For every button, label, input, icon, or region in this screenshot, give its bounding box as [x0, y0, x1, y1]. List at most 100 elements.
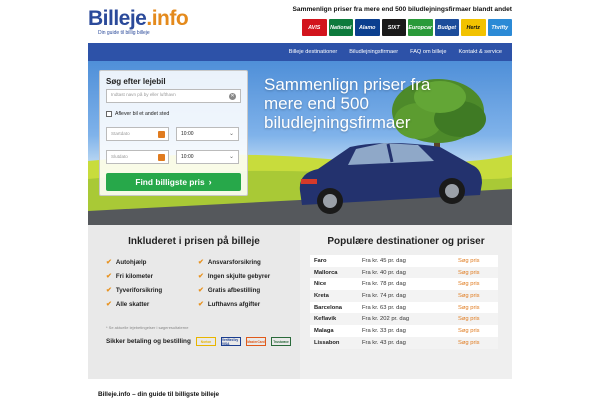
main-nav: Billeje destinationer Biludlejningsfirma… [88, 43, 512, 61]
end-date-placeholder: Slutdato [111, 154, 128, 159]
clear-icon[interactable]: ✕ [229, 93, 236, 100]
calendar-icon[interactable] [158, 154, 165, 161]
logo-tagline: Din guide til billig billeje [98, 30, 150, 36]
logo-suffix: .info [146, 7, 189, 30]
included-item-label: Autohjælp [115, 259, 147, 266]
end-time-value: 10:00 [181, 154, 194, 160]
calendar-icon[interactable] [158, 131, 165, 138]
location-placeholder: Indtast navn på by eller lufthavn [111, 92, 176, 97]
payment-logo: MasterCard [246, 337, 266, 346]
start-date-field[interactable]: Startdato [106, 127, 169, 141]
included-item-label: Fri kilometer [115, 273, 154, 280]
table-row: Kreta Fra kr. 74 pr. dag Søg pris [310, 290, 498, 302]
hero-headline: Sammenlign priser fra mere end 500 bilud… [264, 75, 431, 132]
nav-item-companies[interactable]: Biludlejningsfirmaer [343, 49, 404, 55]
return-elsewhere-checkbox[interactable] [106, 111, 112, 117]
check-icon: ✔ [106, 301, 112, 308]
search-price-link[interactable]: Søg pris [458, 340, 480, 346]
search-price-link[interactable]: Søg pris [458, 281, 480, 287]
destinations-title: Populære destinationer og priser [327, 236, 485, 247]
included-item-label: Ansvarsforsikring [207, 259, 261, 266]
brand-logo-sixt: SIXT [381, 19, 406, 36]
destination-name: Nice [314, 281, 327, 288]
header-tagline: Sammenlign priser fra mere end 500 bilud… [292, 6, 512, 13]
table-row: Keflavik Fra kr. 202 pr. dag Søg pris [310, 313, 498, 326]
search-price-link[interactable]: Søg pris [458, 316, 480, 322]
payment-logo: Trustwave [271, 337, 291, 346]
brand-logo-europcar: Europcar [408, 19, 433, 36]
check-icon: ✔ [106, 273, 112, 280]
destination-name: Barcelona [314, 304, 343, 311]
included-item-label: Gratis afbestilling [207, 287, 261, 294]
destination-price: Fra kr. 45 pr. dag [362, 257, 406, 264]
destination-name: Keflavik [314, 316, 337, 323]
destination-price: Fra kr. 202 pr. dag [362, 316, 410, 323]
destination-price: Fra kr. 63 pr. dag [362, 304, 406, 311]
destination-name: Mallorca [314, 269, 338, 276]
search-price-link[interactable]: Søg pris [458, 270, 480, 276]
search-price-link[interactable]: Søg pris [458, 293, 480, 299]
included-panel: Inkluderet i prisen på billeje ✔ Autohjæl… [88, 225, 300, 379]
check-icon: ✔ [106, 259, 112, 266]
brand-logo-thrifty: Thrifty [487, 19, 512, 36]
destinations-panel: Populære destinationer og priser Faro Fra… [300, 225, 512, 379]
brand-logo-budget: Budget [434, 19, 459, 36]
included-item: ✔ Tyveriforsikring [106, 287, 162, 294]
included-item: ✔ Gratis afbestilling [198, 287, 260, 294]
end-date-field[interactable]: Slutdato [106, 150, 169, 164]
check-icon: ✔ [198, 259, 204, 266]
check-icon: ✔ [198, 287, 204, 294]
search-form: Søg efter lejebil Indtast navn på by ell… [99, 70, 248, 196]
search-price-link[interactable]: Søg pris [458, 305, 480, 311]
start-date-placeholder: Startdato [111, 131, 130, 136]
secure-payment-text: Sikker betaling og bestilling [106, 338, 191, 345]
table-row: Faro Fra kr. 45 pr. dag Søg pris [310, 255, 498, 267]
chevron-right-icon: › [208, 177, 212, 187]
page: Billeje.info Din guide til billig billej… [0, 0, 600, 400]
included-item: ✔ Ingen skjulte gebyrer [198, 273, 270, 280]
nav-item-faq[interactable]: FAQ om billeje [404, 49, 452, 55]
table-row: Malaga Fra kr. 33 pr. dag Søg pris [310, 325, 498, 337]
table-row: Mallorca Fra kr. 40 pr. dag Søg pris [310, 266, 498, 279]
start-time-select[interactable]: 10:00 ⌄ [176, 127, 239, 141]
included-item-label: Tyveriforsikring [115, 287, 163, 294]
destination-price: Fra kr. 78 pr. dag [362, 281, 406, 288]
table-row: Nice Fra kr. 78 pr. dag Søg pris [310, 278, 498, 291]
destination-price: Fra kr. 40 pr. dag [362, 269, 406, 276]
check-icon: ✔ [198, 301, 204, 308]
header: Billeje.info Din guide til billig billej… [88, 0, 512, 42]
footer-heading: Billeje.info – din guide til billigste b… [98, 391, 220, 398]
search-price-link[interactable]: Søg pris [458, 258, 480, 264]
table-row: Lissabon Fra kr. 43 pr. dag Søg pris [310, 336, 498, 349]
destination-price: Fra kr. 74 pr. dag [362, 292, 406, 299]
payment-logos: Norton Verified by VISA MasterCard Trustwav… [196, 337, 291, 346]
brand-logo-avis: AVIS [302, 19, 327, 36]
included-item-label: Alle skatter [115, 301, 150, 308]
find-cheapest-button[interactable]: Find billigste pris › [106, 173, 241, 191]
site-logo[interactable]: Billeje.info [88, 7, 189, 30]
brand-logo-hertz: Hertz [461, 19, 486, 36]
location-input[interactable]: Indtast navn på by eller lufthavn ✕ [106, 89, 241, 103]
payment-logo: Norton [196, 337, 216, 346]
start-time-value: 10:00 [181, 131, 194, 137]
destination-name: Lissabon [314, 339, 340, 346]
check-icon: ✔ [198, 273, 204, 280]
logo-name: Billeje [88, 7, 147, 30]
nav-item-destinations[interactable]: Billeje destinationer [283, 49, 344, 55]
included-item: ✔ Alle skatter [106, 301, 149, 308]
return-elsewhere-row: Aflever bil et andet sted [106, 111, 169, 117]
included-item: ✔ Fri kilometer [106, 273, 153, 280]
nav-item-contact[interactable]: Kontakt & service [452, 49, 508, 55]
brand-logos: AVIS National Alamo SIXT Europcar Budget Hertz… [302, 19, 512, 36]
return-elsewhere-label: Aflever bil et andet sted [115, 111, 170, 117]
destination-price: Fra kr. 33 pr. dag [362, 327, 406, 334]
end-time-select[interactable]: 10:00 ⌄ [176, 150, 239, 164]
search-title: Søg efter lejebil [106, 77, 166, 86]
included-item: ✔ Ansvarsforsikring [198, 259, 261, 266]
destination-name: Faro [314, 257, 327, 264]
search-price-link[interactable]: Søg pris [458, 328, 480, 334]
check-icon: ✔ [106, 287, 112, 294]
chevron-down-icon: ⌄ [228, 131, 234, 137]
included-title: Inkluderet i prisen på billeje [128, 236, 260, 247]
brand-logo-national: National [328, 19, 353, 36]
